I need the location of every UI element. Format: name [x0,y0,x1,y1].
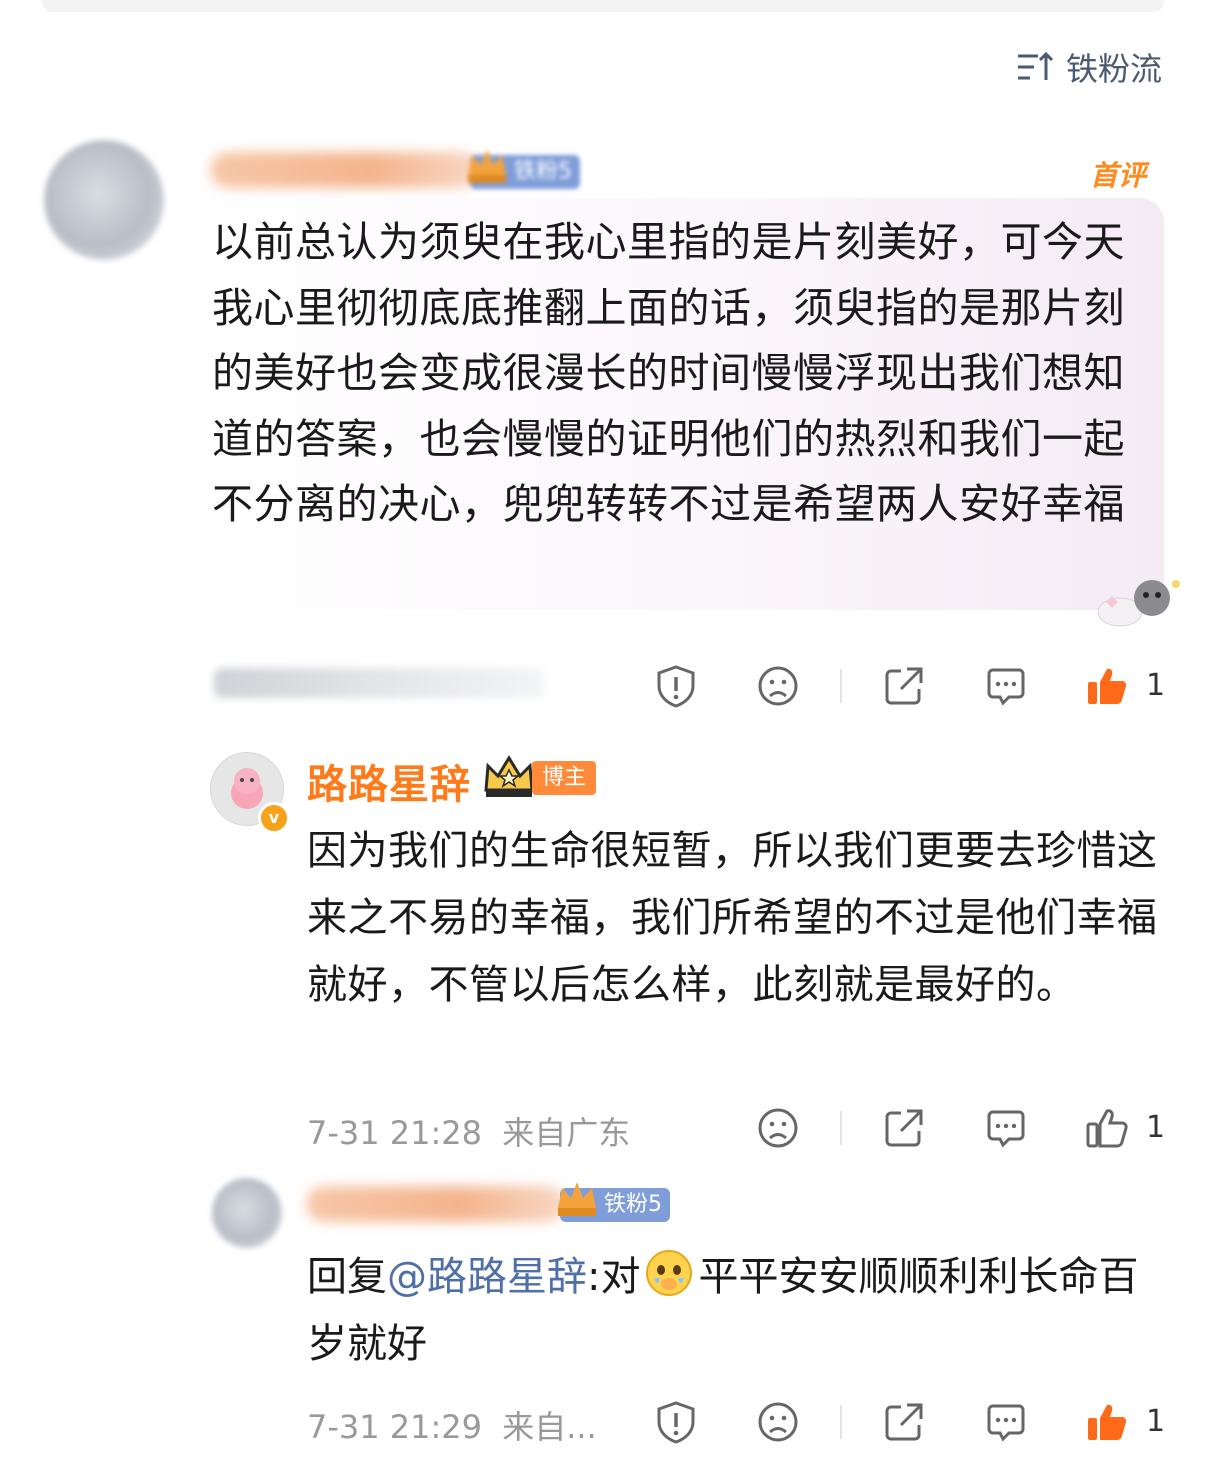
reply-text: 回复@路路星辞:对 平平安安顺顺利利长命百岁就好 [307,1244,1177,1378]
mention-link[interactable]: @路路星辞 [387,1254,587,1300]
like-icon[interactable] [1084,664,1130,708]
divider [840,1405,842,1439]
divider [840,1111,842,1145]
comment-text: 以前总认为须臾在我心里指的是片刻美好，可今天我心里彻彻底底推翻上面的话，须臾指的… [212,218,1125,528]
decor-sticker-icon [1097,580,1180,627]
report-icon[interactable] [654,1400,698,1444]
avatar[interactable] [44,140,164,260]
like-count: 1 [1146,1404,1166,1439]
share-icon[interactable] [882,1400,926,1444]
divider [840,669,842,703]
share-icon[interactable] [882,1106,926,1150]
fan-badge: 铁粉5 [558,1182,670,1222]
dislike-icon[interactable] [756,1106,800,1150]
reply-colon: :对 [587,1254,641,1300]
crying-emoji-icon [646,1250,693,1296]
sort-label: 铁粉流 [1065,50,1162,88]
dislike-icon[interactable] [756,664,800,708]
like-count: 1 [1146,668,1166,703]
blogger-name[interactable]: 路路星辞 [307,752,471,810]
reply-meta: 7-31 21:28 来自广东 [307,1108,630,1154]
location: 来自广东 [502,1114,631,1152]
timestamp: 7-31 21:29 [307,1408,483,1446]
reply-prefix: 回复 [307,1254,387,1300]
first-comment-tag: 首评 [1090,159,1147,192]
comment-icon[interactable] [984,664,1028,708]
like-icon[interactable] [1084,1400,1130,1444]
location: 来自... [502,1408,597,1446]
like-count: 1 [1146,1110,1166,1145]
fan-badge: 铁粉5 [468,149,580,189]
comment-icon[interactable] [984,1106,1028,1150]
report-icon[interactable] [654,664,698,708]
like-icon[interactable] [1084,1106,1130,1150]
dislike-icon[interactable] [756,1400,800,1444]
sort-toggle[interactable]: 铁粉流 [1016,44,1162,90]
verified-icon: v [258,802,290,834]
blogger-badge: 博主 [532,761,597,795]
comment-meta [214,668,544,698]
top-card-edge [42,0,1164,12]
username[interactable] [210,152,480,188]
reply-meta: 7-31 21:29 来自... [307,1402,597,1448]
username[interactable] [306,1186,566,1222]
crown-icon [484,755,534,797]
timestamp: 7-31 21:28 [307,1114,483,1152]
reply-text: 因为我们的生命很短暂，所以我们更要去珍惜这来之不易的幸福，我们所希望的不过是他们… [307,828,1158,1008]
avatar[interactable] [212,1178,282,1248]
sort-icon [1016,50,1056,84]
comment-icon[interactable] [984,1400,1028,1444]
share-icon[interactable] [882,664,926,708]
